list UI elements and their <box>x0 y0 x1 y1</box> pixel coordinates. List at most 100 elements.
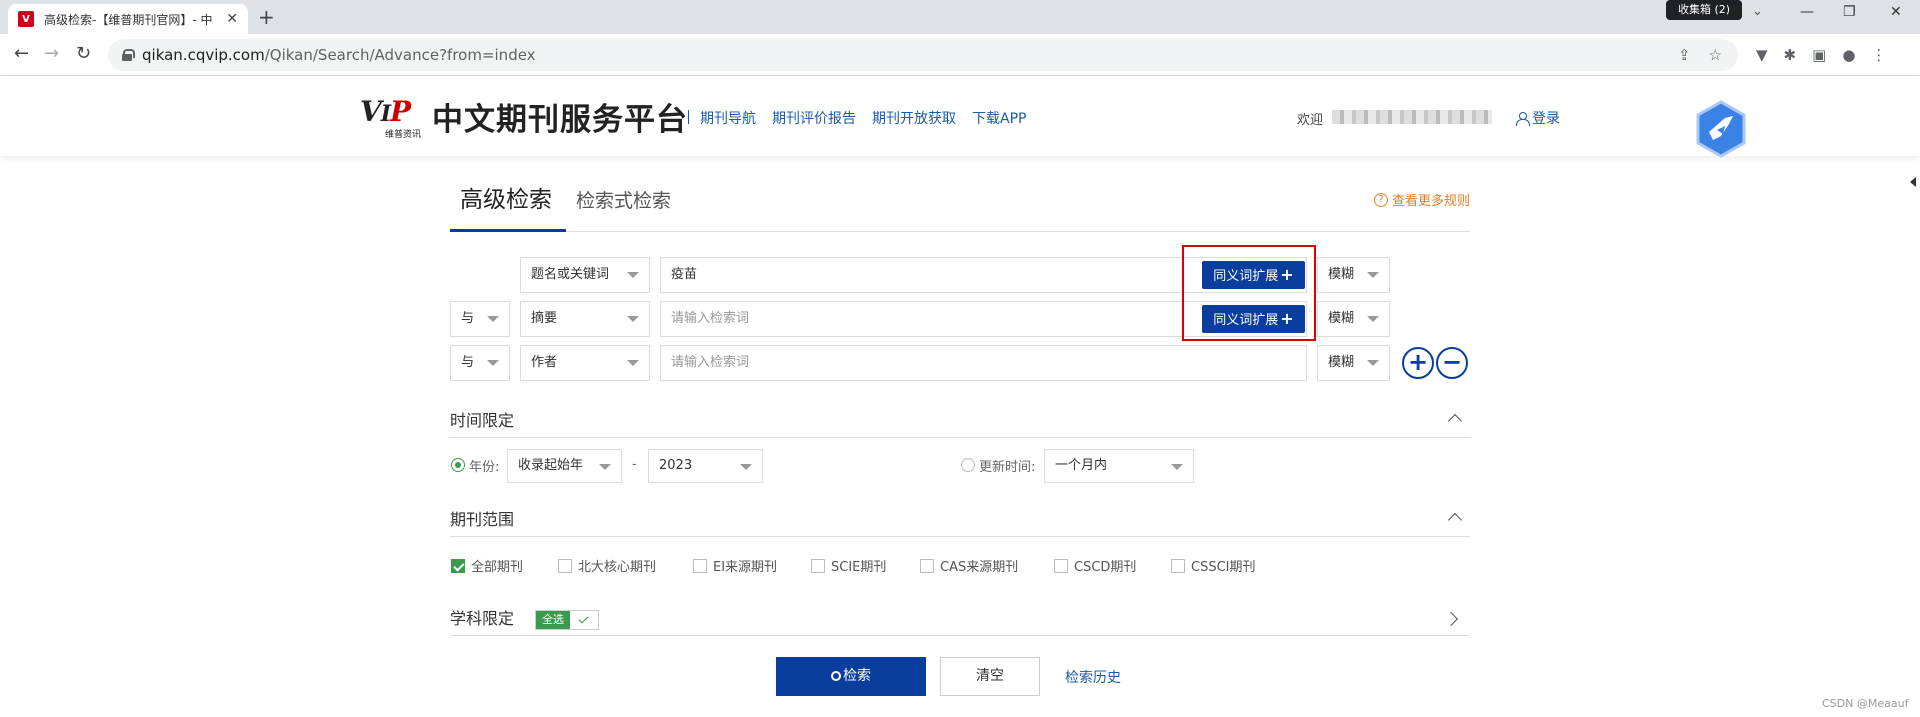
checkbox-all-journals[interactable]: 全部期刊 <box>451 556 523 575</box>
tab-search-chevron-icon[interactable]: ⌄ <box>1752 4 1763 19</box>
logo-subtitle: 维普资讯 <box>385 130 422 140</box>
year-from-value: 收录起始年 <box>518 458 584 473</box>
tab-title: 高级检索-【维普期刊官网】- 中 <box>44 12 213 27</box>
year-radio[interactable] <box>451 458 465 472</box>
journal-scope-header[interactable]: 期刊范围 <box>450 505 1470 537</box>
back-arrow-icon[interactable]: ← <box>14 44 29 64</box>
title-divider <box>688 110 689 124</box>
nav-open-access[interactable]: 期刊开放获取 <box>872 108 956 128</box>
chevron-up-icon[interactable] <box>1447 413 1463 429</box>
nav-journal-guide[interactable]: 期刊导航 <box>700 108 756 128</box>
share-icon[interactable]: ⇪ <box>1678 46 1691 64</box>
logic-select-value: 与 <box>461 355 475 370</box>
checkbox-label: 全部期刊 <box>471 560 524 575</box>
field-select[interactable]: 作者 <box>520 345 650 381</box>
user-icon <box>1516 111 1530 126</box>
logic-select[interactable]: 与 <box>450 345 510 381</box>
checkbox-checked[interactable] <box>451 558 465 573</box>
new-tab-plus-icon[interactable]: + <box>258 6 275 28</box>
chevron-up-icon[interactable] <box>1447 512 1463 528</box>
match-select[interactable]: 模糊 <box>1317 301 1390 337</box>
checkbox-label: SCIE期刊 <box>831 560 887 575</box>
select-all-label: 全选 <box>536 611 570 629</box>
site-title[interactable]: 中文期刊服务平台 <box>432 94 688 139</box>
year-range: 年份: <box>451 448 499 482</box>
top-navigation: 期刊导航 期刊评价报告 期刊开放获取 下载APP <box>700 108 1026 128</box>
clear-button[interactable]: 清空 <box>940 657 1040 696</box>
watermark: CSDN @Meaauf <box>1822 697 1909 710</box>
nav-download-app[interactable]: 下载APP <box>972 108 1026 128</box>
logic-select[interactable]: 与 <box>450 301 510 337</box>
time-limit-header[interactable]: 时间限定 <box>450 406 1470 438</box>
checkbox-unchecked[interactable] <box>693 558 707 573</box>
checkbox-cas[interactable]: CAS来源期刊 <box>920 556 1018 575</box>
field-select[interactable]: 摘要 <box>520 301 650 337</box>
time-limit-title: 时间限定 <box>450 411 515 430</box>
close-tab-icon[interactable]: ✕ <box>226 11 238 27</box>
checkbox-ei[interactable]: EI来源期刊 <box>693 556 777 575</box>
extension-v-icon[interactable]: ▼ <box>1756 46 1768 64</box>
caret-down-icon <box>1367 272 1379 278</box>
search-button-label: 检索 <box>843 668 871 684</box>
side-panel-caret-icon[interactable] <box>1910 177 1916 187</box>
browser-tab-strip: V 高级检索-【维普期刊官网】- 中 ✕ + 收集箱 (2) ⌄ — ❐ ✕ <box>0 0 1920 34</box>
update-time-radio[interactable] <box>961 458 975 472</box>
checkbox-unchecked[interactable] <box>558 558 572 573</box>
search-term-input[interactable]: 请输入检索词 <box>660 345 1307 381</box>
tab-advanced-search[interactable]: 高级检索 <box>450 180 566 232</box>
caret-down-icon <box>487 360 499 366</box>
window-close-icon[interactable]: ✕ <box>1890 4 1902 20</box>
year-label: 年份: <box>469 459 500 475</box>
caret-down-icon <box>599 464 611 470</box>
vip-logo[interactable]: VIP <box>360 98 411 128</box>
restore-icon[interactable]: ❐ <box>1843 4 1856 20</box>
add-row-icon[interactable]: + <box>1402 347 1434 379</box>
extensions-puzzle-icon[interactable]: ✱ <box>1784 46 1797 64</box>
search-button[interactable]: 检索 <box>776 657 926 696</box>
minimize-icon[interactable]: — <box>1800 4 1814 20</box>
caret-down-icon <box>487 316 499 322</box>
checkbox-pku-core[interactable]: 北大核心期刊 <box>558 556 656 575</box>
update-time-select[interactable]: 一个月内 <box>1044 449 1194 483</box>
search-row: 与 作者 请输入检索词 模糊 + − <box>450 345 1480 381</box>
login-link[interactable]: 登录 <box>1516 108 1560 128</box>
search-history-link[interactable]: 检索历史 <box>1065 667 1121 687</box>
match-select[interactable]: 模糊 <box>1317 345 1390 381</box>
bookmark-star-icon[interactable]: ☆ <box>1709 46 1722 64</box>
checkbox-unchecked[interactable] <box>1171 558 1185 573</box>
checkbox-cscd[interactable]: CSCD期刊 <box>1054 556 1136 575</box>
checkbox-unchecked[interactable] <box>811 558 825 573</box>
year-to-select[interactable]: 2023 <box>648 449 763 483</box>
address-bar[interactable]: qikan.cqvip.com/Qikan/Search/Advance?fro… <box>108 39 1738 71</box>
checkbox-label: EI来源期刊 <box>713 560 778 575</box>
browser-menu-icon[interactable]: ⋮ <box>1871 46 1886 64</box>
url-path: /Qikan/Search/Advance?from=index <box>264 46 536 64</box>
checkbox-unchecked[interactable] <box>1054 558 1068 573</box>
tab-collection-badge[interactable]: 收集箱 (2) <box>1666 0 1743 20</box>
bird-logo-icon[interactable] <box>1695 100 1747 158</box>
profile-avatar-icon[interactable]: ● <box>1842 46 1855 64</box>
checkbox-label: CAS来源期刊 <box>940 560 1019 575</box>
reload-icon[interactable]: ↻ <box>76 44 91 64</box>
tab-expression-search[interactable]: 检索式检索 <box>576 180 671 222</box>
browser-tab[interactable]: V 高级检索-【维普期刊官网】- 中 ✕ <box>8 4 248 34</box>
update-time: 更新时间: <box>961 448 1035 482</box>
year-from-select[interactable]: 收录起始年 <box>507 449 622 483</box>
field-select[interactable]: 题名或关键词 <box>520 257 650 293</box>
chevron-right-icon[interactable] <box>1443 611 1459 627</box>
match-select[interactable]: 模糊 <box>1317 257 1390 293</box>
more-rules-link[interactable]: ? 查看更多规则 <box>1373 190 1470 209</box>
remove-row-icon[interactable]: − <box>1436 347 1468 379</box>
checkbox-scie[interactable]: SCIE期刊 <box>811 556 886 575</box>
match-select-value: 模糊 <box>1328 355 1355 370</box>
checkbox-unchecked[interactable] <box>920 558 934 573</box>
forward-arrow-icon[interactable]: → <box>44 44 59 64</box>
subject-limit-header[interactable]: 学科限定 <box>450 604 1470 636</box>
select-all-toggle[interactable]: 全选 <box>535 610 599 630</box>
side-panel-icon[interactable]: ▣ <box>1812 46 1826 64</box>
year-dash: - <box>632 457 637 472</box>
search-icon <box>831 671 841 681</box>
checkbox-cssci[interactable]: CSSCI期刊 <box>1171 556 1256 575</box>
url-host: qikan.cqvip.com <box>142 46 265 64</box>
nav-journal-evaluation[interactable]: 期刊评价报告 <box>772 108 856 128</box>
